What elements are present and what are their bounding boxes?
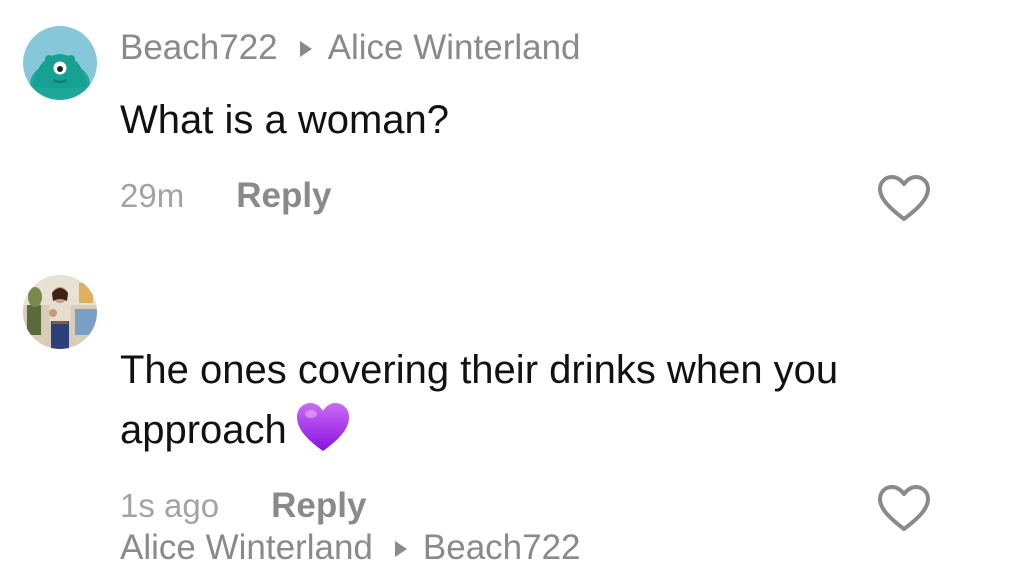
comment-meta: 29m Reply (120, 176, 332, 216)
comment-header: Alice Winterland Beach722 (120, 528, 581, 568)
reply-button[interactable]: Reply (236, 176, 331, 216)
reply-button[interactable]: Reply (271, 486, 366, 526)
purple-heart-icon (296, 403, 349, 451)
teal-monster-avatar-icon (23, 26, 97, 100)
reply-arrow-icon (299, 41, 312, 57)
comment-text: The ones covering their drinks when you … (120, 340, 1000, 460)
comment-item: Alice Winterland Beach722 The ones cover… (0, 250, 1025, 584)
reply-to-name[interactable]: Alice Winterland (328, 28, 581, 68)
comment-item: Beach722 Alice Winterland What is a woma… (0, 0, 1025, 250)
photo-avatar-icon (23, 275, 97, 349)
comment-text-line-2: approach (120, 400, 1000, 460)
reply-arrow-icon (394, 541, 407, 557)
timestamp: 1s ago (120, 487, 220, 524)
comment-text-line: What is a woman? (120, 98, 450, 142)
comment-text-line: The ones covering their drinks when you (120, 348, 839, 392)
avatar[interactable] (23, 275, 97, 349)
comment-meta: 1s ago Reply (120, 486, 366, 526)
heart-outline-icon[interactable] (877, 484, 931, 534)
comment-text-fragment: approach (120, 408, 287, 452)
avatar[interactable] (23, 26, 97, 100)
author-name[interactable]: Alice Winterland (120, 528, 373, 568)
heart-outline-icon[interactable] (877, 174, 931, 224)
timestamp: 29m (120, 177, 185, 214)
comment-header: Beach722 Alice Winterland (120, 28, 581, 68)
reply-to-name[interactable]: Beach722 (423, 528, 581, 568)
comment-text: What is a woman? (120, 90, 1000, 150)
author-name[interactable]: Beach722 (120, 28, 278, 68)
